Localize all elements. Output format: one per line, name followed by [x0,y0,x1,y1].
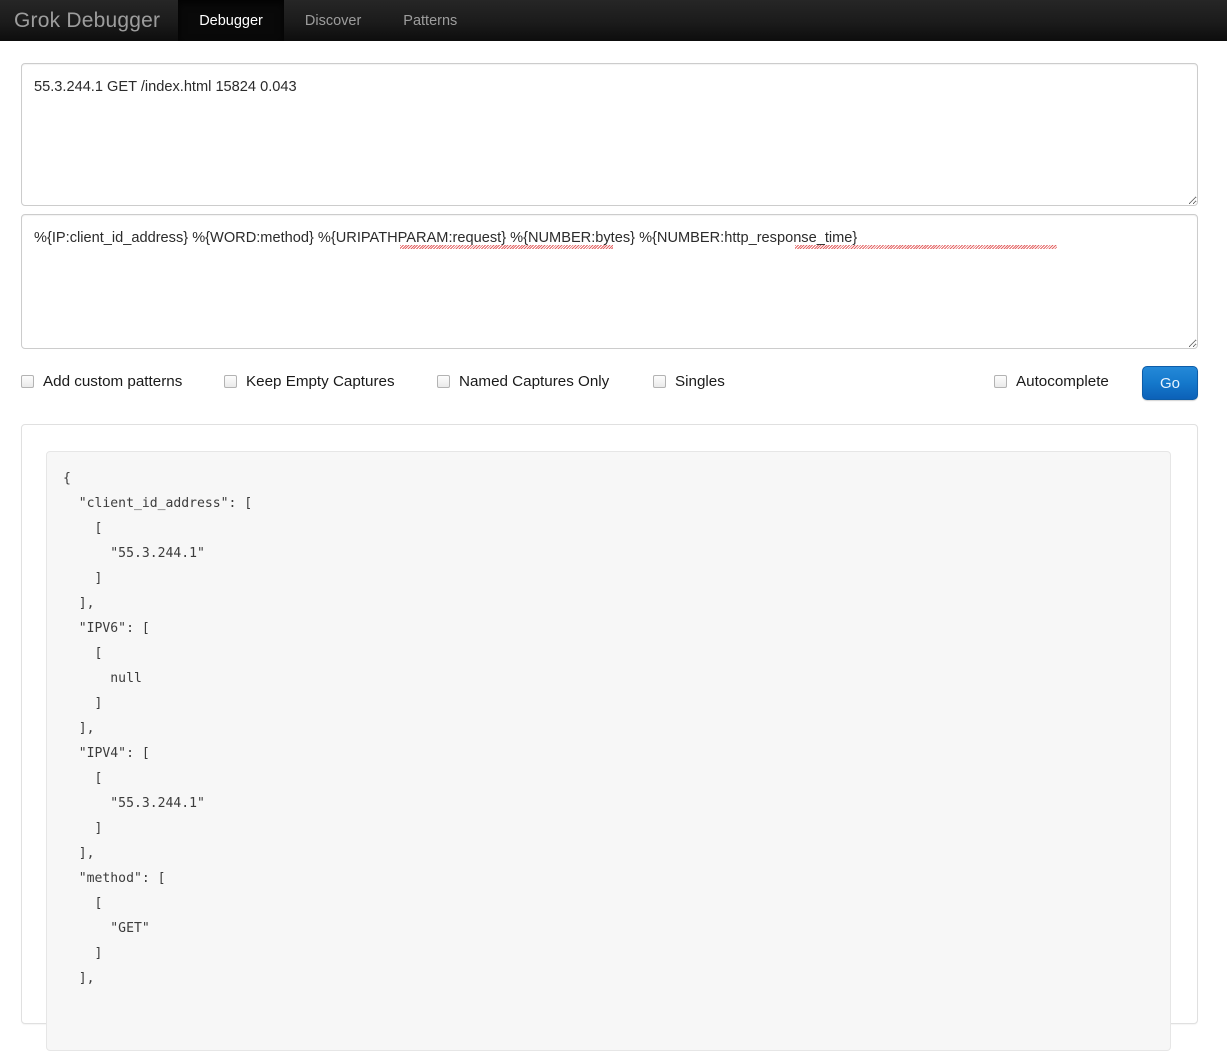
option-label-keep-empty-captures: Keep Empty Captures [246,373,395,390]
option-label-singles: Singles [675,373,725,390]
result-panel: { "client_id_address": [ [ "55.3.244.1" … [21,424,1198,1051]
brand-link[interactable]: Grok Debugger [0,0,178,41]
result-json-output[interactable]: { "client_id_address": [ [ "55.3.244.1" … [46,451,1171,1051]
pattern-textarea-wrapper [21,214,1198,349]
tab-debugger[interactable]: Debugger [178,0,284,41]
option-singles[interactable]: Singles [653,374,725,389]
checkbox-autocomplete[interactable] [994,375,1007,389]
nav-tabs: Debugger Discover Patterns [178,0,478,41]
option-keep-empty-captures[interactable]: Keep Empty Captures [224,374,395,389]
input-textarea-wrapper [21,63,1198,206]
option-autocomplete[interactable]: Autocomplete [994,374,1109,389]
checkbox-add-custom-patterns[interactable] [21,375,34,389]
grok-pattern-textarea[interactable] [21,214,1198,349]
options-row: Add custom patterns Keep Empty Captures … [21,366,1198,412]
option-named-captures-only[interactable]: Named Captures Only [437,374,609,389]
go-button[interactable]: Go [1142,366,1198,400]
tab-discover[interactable]: Discover [284,0,382,41]
tab-patterns[interactable]: Patterns [382,0,478,41]
log-input-textarea[interactable] [21,63,1198,206]
option-label-add-custom-patterns: Add custom patterns [43,373,183,390]
option-add-custom-patterns[interactable]: Add custom patterns [21,374,182,389]
checkbox-named-captures-only[interactable] [437,375,450,389]
navbar: Grok Debugger Debugger Discover Patterns [0,0,1227,41]
checkbox-singles[interactable] [653,375,666,389]
option-label-named-captures-only: Named Captures Only [459,373,610,390]
option-label-autocomplete: Autocomplete [1016,373,1109,390]
checkbox-keep-empty-captures[interactable] [224,375,237,389]
